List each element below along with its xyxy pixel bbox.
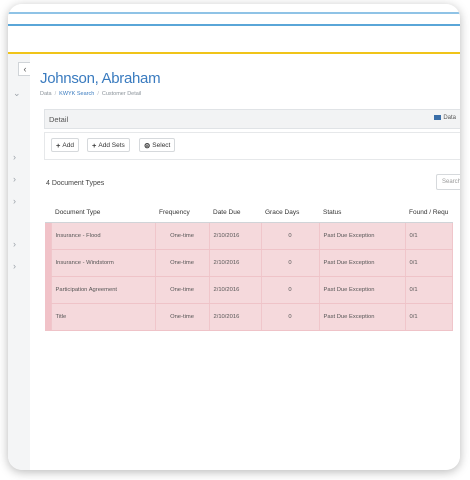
cell-status: Past Due Exception bbox=[319, 222, 406, 250]
column-header[interactable]: Document Type bbox=[51, 202, 155, 223]
grid-icon bbox=[434, 115, 442, 120]
main-content: Johnson, Abraham Data / KWYK Search / Custom… bbox=[30, 54, 460, 470]
chevron-right-icon[interactable]: › bbox=[13, 261, 16, 271]
circle-check-icon: ⊜ bbox=[144, 140, 151, 150]
add-sets-button[interactable]: + Add Sets bbox=[87, 138, 130, 152]
breadcrumb-item[interactable]: KWYK Search bbox=[59, 91, 94, 97]
add-button-label: Add bbox=[62, 141, 74, 149]
table-row[interactable]: Insurance - Flood One-time 2/10/2016 0 P… bbox=[45, 222, 453, 250]
chevron-right-icon[interactable]: › bbox=[13, 174, 16, 184]
cell-date-due: 2/10/2016 bbox=[209, 222, 262, 250]
documents-table: Document Type Frequency Date Due Grace D… bbox=[45, 202, 453, 331]
cell-date-due: 2/10/2016 bbox=[209, 249, 262, 277]
app-window: ⌄ › › › › › ‹ Johnson, Abraham Data / KWYK… bbox=[8, 4, 460, 470]
cell-grace-days: 0 bbox=[261, 276, 320, 304]
cell-grace-days: 0 bbox=[261, 249, 320, 277]
cell-date-due: 2/10/2016 bbox=[209, 276, 262, 304]
top-line bbox=[8, 12, 460, 14]
page-title: Johnson, Abraham bbox=[40, 70, 161, 87]
document-count: 4 Document Types bbox=[46, 180, 105, 187]
top-line bbox=[8, 24, 460, 26]
cell-status: Past Due Exception bbox=[319, 276, 406, 304]
cell-document-type: Insurance - Flood bbox=[51, 222, 156, 250]
cell-document-type: Insurance - Windstorm bbox=[51, 249, 156, 277]
data-tab-label: Data bbox=[443, 115, 456, 122]
select-button-label: Select bbox=[152, 141, 171, 149]
chevron-right-icon[interactable]: › bbox=[13, 239, 16, 249]
data-tab[interactable]: Data bbox=[434, 115, 456, 121]
breadcrumb-item[interactable]: Data bbox=[40, 91, 52, 97]
add-sets-button-label: Add Sets bbox=[98, 141, 125, 149]
plus-icon: + bbox=[56, 140, 61, 150]
cell-found: 0/1 bbox=[405, 276, 453, 304]
cell-frequency: One-time bbox=[155, 249, 210, 277]
top-bar bbox=[8, 4, 460, 58]
chevron-right-icon[interactable]: › bbox=[13, 152, 16, 162]
cell-found: 0/1 bbox=[405, 222, 453, 250]
cell-frequency: One-time bbox=[155, 222, 210, 250]
column-header[interactable]: Date Due bbox=[209, 202, 261, 223]
table-row[interactable]: Participation Agreement One-time 2/10/20… bbox=[45, 276, 453, 304]
column-header[interactable]: Frequency bbox=[155, 202, 209, 223]
chevron-down-icon[interactable]: ⌄ bbox=[13, 88, 21, 99]
plus-icon: + bbox=[92, 140, 97, 150]
cell-document-type: Participation Agreement bbox=[51, 276, 156, 304]
table-row[interactable]: Insurance - Windstorm One-time 2/10/2016… bbox=[45, 249, 453, 277]
breadcrumb: Data / KWYK Search / Customer Detail bbox=[40, 91, 142, 97]
sidebar: ⌄ › › › › › bbox=[8, 54, 31, 470]
cell-grace-days: 0 bbox=[261, 222, 320, 250]
cell-document-type: Title bbox=[51, 303, 156, 331]
cell-frequency: One-time bbox=[155, 276, 210, 304]
cell-grace-days: 0 bbox=[261, 303, 320, 331]
table-header-row: Document Type Frequency Date Due Grace D… bbox=[45, 202, 453, 223]
chevron-left-icon: ‹ bbox=[23, 63, 27, 74]
table-row[interactable]: Title One-time 2/10/2016 0 Past Due Exce… bbox=[45, 303, 453, 331]
panel-title: Detail bbox=[49, 115, 69, 124]
breadcrumb-item-current: Customer Detail bbox=[101, 91, 142, 97]
cell-status: Past Due Exception bbox=[319, 303, 406, 331]
chevron-right-icon[interactable]: › bbox=[13, 196, 16, 206]
cell-found: 0/1 bbox=[405, 249, 453, 277]
column-header[interactable]: Found / Requ bbox=[405, 202, 453, 223]
cell-date-due: 2/10/2016 bbox=[209, 303, 262, 331]
add-button[interactable]: + Add bbox=[51, 138, 79, 152]
cell-status: Past Due Exception bbox=[319, 249, 406, 277]
cell-frequency: One-time bbox=[155, 303, 210, 331]
cell-found: 0/1 bbox=[405, 303, 453, 331]
column-header[interactable]: Grace Days bbox=[261, 202, 319, 223]
column-header[interactable]: Status bbox=[319, 202, 405, 223]
toolbar: + Add + Add Sets ⊜ Select bbox=[44, 132, 460, 160]
select-button[interactable]: ⊜ Select bbox=[139, 138, 176, 152]
detail-panel-header: Detail Data bbox=[44, 109, 460, 129]
search-input[interactable]: Search bbox=[436, 174, 460, 190]
